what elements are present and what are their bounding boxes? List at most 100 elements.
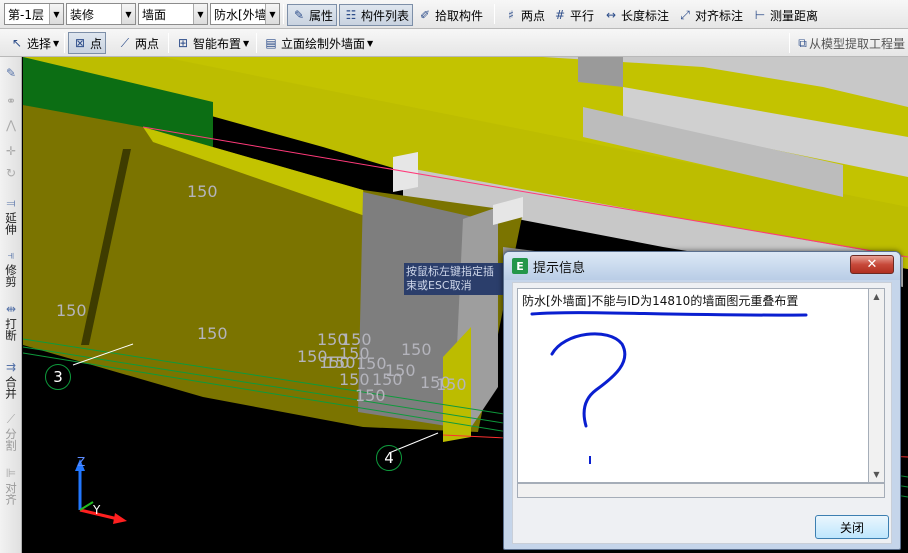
extract-from-model-button[interactable]: ⧉ 从模型提取工程量 xyxy=(795,32,908,54)
dialog-ok-button[interactable]: 关闭 xyxy=(815,515,889,539)
trim-button[interactable]: ⫣ 修剪 xyxy=(1,247,21,287)
smart-layout-icon: ⊞ xyxy=(177,36,189,50)
chevron-down-icon: ▼ xyxy=(243,38,250,48)
point-button[interactable]: ⊠ 点 xyxy=(68,32,107,54)
toolbar-separator xyxy=(494,4,495,24)
align-button[interactable]: ⊫ 对齐 xyxy=(1,465,21,505)
dialog-titlebar[interactable]: E 提示信息 xyxy=(504,252,900,280)
message-vertical-scrollbar[interactable]: ▲ ▼ xyxy=(869,288,885,483)
extend-button[interactable]: ⫤ 延伸 xyxy=(1,195,21,235)
chevron-down-icon: ▼ xyxy=(49,4,63,24)
merge-icon: ⇉ xyxy=(5,360,17,374)
aligned-dimension-icon: ⤢ xyxy=(680,7,690,22)
elevation-draw-button[interactable]: ▤ 立面绘制外墙面 ▼ xyxy=(260,32,376,54)
toolbar-separator xyxy=(256,33,257,53)
chevron-down-icon: ▼ xyxy=(367,38,374,48)
move-icon: ✛ xyxy=(5,144,17,158)
trim-label: 修剪 xyxy=(4,264,18,287)
rotate-tool-button[interactable]: ↻ xyxy=(1,165,21,182)
axis-marker-4: 4 xyxy=(376,445,402,471)
cursor-hint-tooltip: 按鼠标左键指定插 束或ESC取消 xyxy=(404,263,504,295)
point-label: 点 xyxy=(90,36,103,51)
measure-distance-button[interactable]: ⊢ 测量距离 xyxy=(749,4,821,26)
mirror-icon: ⋀ xyxy=(6,118,16,132)
dimension-label: 150 xyxy=(401,340,432,359)
message-textarea[interactable]: 防水[外墙面]不能与ID为14810的墙面图元重叠布置 xyxy=(517,288,869,483)
element-name-select[interactable]: 防水[外墙 ▼ xyxy=(210,3,280,25)
split-icon: ⟋ xyxy=(6,412,16,426)
toolbar-separator xyxy=(283,4,284,24)
two-points-button[interactable]: ⟋ 两点 xyxy=(114,32,162,54)
chevron-down-icon: ▼ xyxy=(193,4,207,24)
chevron-down-icon: ▼ xyxy=(53,38,60,48)
y-axis-label: Y xyxy=(93,503,101,517)
two-points-axis-button[interactable]: ♯ 两点 xyxy=(500,4,548,26)
y-axis-arrow xyxy=(79,501,94,511)
ruler-icon: ⊢ xyxy=(754,8,766,22)
scroll-up-icon[interactable]: ▲ xyxy=(869,289,884,304)
dimension-label: 150 xyxy=(341,330,372,349)
floor-select[interactable]: 第-1层 ▼ xyxy=(4,3,64,25)
trim-icon: ⫣ xyxy=(7,248,15,262)
draw-toolbar: ↖ 选择 ▼ ⊠ 点 ⟋ 两点 ⊞ 智能布置 ▼ ▤ 立面绘制外墙面 ▼ ⧉ 从… xyxy=(0,29,908,57)
properties-label: 属性 xyxy=(309,8,334,23)
parallel-label: 平行 xyxy=(570,8,595,23)
app-logo-icon: E xyxy=(512,258,528,274)
measure-distance-label: 测量距离 xyxy=(770,8,819,23)
two-points-axis-label: 两点 xyxy=(521,8,546,23)
break-button[interactable]: ⇹ 打断 xyxy=(1,301,21,341)
tooltip-line-2: 束或ESC取消 xyxy=(406,279,472,292)
two-points-label: 两点 xyxy=(135,36,160,51)
component-list-label: 构件列表 xyxy=(361,8,410,23)
element-name-select-value: 防水[外墙 xyxy=(214,7,267,22)
component-list-button[interactable]: ☷ 构件列表 xyxy=(339,4,414,26)
toolbar-separator xyxy=(168,33,169,53)
merge-button[interactable]: ⇉ 合并 xyxy=(1,359,21,399)
move-tool-button[interactable]: ✛ xyxy=(1,143,21,160)
message-dialog: E 提示信息 ✕ 防水[外墙面]不能与ID为14810的墙面图元重叠布置 ▲ ▼… xyxy=(503,251,901,550)
axis-marker-3: 3 xyxy=(45,364,71,390)
parallel-button[interactable]: # 平行 xyxy=(549,4,597,26)
main-toolbar: 第-1层 ▼ 装修 ▼ 墙面 ▼ 防水[外墙 ▼ ✎ 属性 ☷ 构件列表 ✐ 拾… xyxy=(0,0,908,29)
scroll-down-icon[interactable]: ▼ xyxy=(869,467,884,482)
select-button[interactable]: ↖ 选择 ▼ xyxy=(6,32,62,54)
length-dimension-button[interactable]: ↔ 长度标注 xyxy=(600,4,672,26)
extend-icon: ⫤ xyxy=(6,196,16,210)
dimension-label: 150 xyxy=(436,375,467,394)
dimension-label: 150 xyxy=(355,386,386,405)
dimension-label: 150 xyxy=(197,324,228,343)
smart-layout-button[interactable]: ⊞ 智能布置 ▼ xyxy=(172,32,252,54)
pick-component-button[interactable]: ✐ 拾取构件 xyxy=(414,4,486,26)
split-button[interactable]: ⟋ 分割 xyxy=(1,411,21,451)
properties-button[interactable]: ✎ 属性 xyxy=(287,4,338,26)
dimension-label: 150 xyxy=(385,361,416,380)
mirror-tool-button[interactable]: ⋀ xyxy=(1,117,21,134)
toolbar-separator xyxy=(789,33,790,53)
aligned-dimension-button[interactable]: ⤢ 对齐标注 xyxy=(674,4,746,26)
dimension-label: 150 xyxy=(187,182,218,201)
floor-select-value: 第-1层 xyxy=(8,7,44,22)
element-type-select[interactable]: 墙面 ▼ xyxy=(138,3,208,25)
break-label: 打断 xyxy=(4,318,18,341)
split-label: 分割 xyxy=(4,428,18,451)
chevron-down-icon: ▼ xyxy=(265,4,279,24)
brush-tool-button[interactable]: ✎ xyxy=(1,65,21,82)
pick-component-label: 拾取构件 xyxy=(435,8,484,23)
elevation-icon: ▤ xyxy=(265,36,277,50)
rotate-icon: ↻ xyxy=(5,166,17,180)
tooltip-line-1: 按鼠标左键指定插 xyxy=(406,265,494,278)
eyedropper-icon: ✐ xyxy=(419,8,431,22)
merge-label: 合并 xyxy=(4,376,18,399)
chevron-down-icon: ▼ xyxy=(121,4,135,24)
dimension-icon: ↔ xyxy=(605,8,617,22)
dialog-body: 防水[外墙面]不能与ID为14810的墙面图元重叠布置 ▲ ▼ 关闭 xyxy=(512,282,892,544)
message-horizontal-scrollbar[interactable] xyxy=(517,483,885,498)
brush-icon: ✎ xyxy=(5,66,17,80)
align-label: 对齐 xyxy=(4,482,18,505)
category-select[interactable]: 装修 ▼ xyxy=(66,3,136,25)
copy-icon: ⚭ xyxy=(5,94,17,108)
line-icon: ⟋ xyxy=(120,35,130,50)
dialog-close-button[interactable]: ✕ xyxy=(850,255,894,274)
list-icon: ☷ xyxy=(345,8,357,22)
copy-tool-button[interactable]: ⚭ xyxy=(1,93,21,110)
